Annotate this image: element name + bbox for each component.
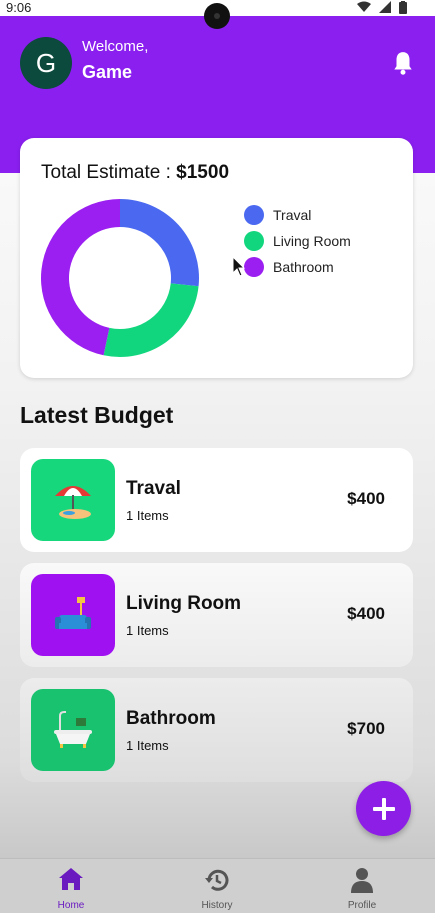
bottom-nav: Home History Profile — [0, 858, 435, 913]
legend-dot — [244, 205, 264, 225]
nav-label: History — [201, 900, 233, 911]
estimate-total: $1500 — [176, 162, 230, 183]
status-time: 9:06 — [6, 0, 32, 15]
estimate-label: Total Estimate : — [41, 162, 177, 183]
battery-icon — [399, 1, 407, 14]
welcome-text: Welcome, — [82, 38, 149, 55]
budget-amount: $700 — [347, 719, 385, 738]
mouse-cursor-icon — [232, 256, 246, 277]
legend-item-bathroom: Bathroom — [244, 254, 351, 280]
chart-legend: Traval Living Room Bathroom — [244, 202, 351, 280]
bell-icon[interactable] — [390, 50, 416, 76]
donut-chart — [40, 199, 200, 357]
nav-label: Profile — [347, 900, 377, 911]
budget-card-traval[interactable]: Traval 1 Items $400 — [20, 448, 413, 552]
nav-item-history[interactable]: History — [167, 859, 267, 913]
avatar[interactable]: G — [20, 37, 72, 89]
status-icons — [357, 1, 407, 14]
add-budget-button[interactable] — [356, 781, 411, 836]
budget-item-count: 1 Items — [126, 623, 169, 638]
beach-umbrella-icon — [31, 459, 115, 541]
estimate-title: Total Estimate : $1500 — [41, 162, 229, 184]
donut-slice-traval — [120, 199, 200, 287]
wifi-icon — [357, 1, 371, 12]
camera-cutout — [204, 3, 230, 29]
nav-item-profile[interactable]: Profile — [312, 859, 412, 913]
legend-item-living-room: Living Room — [244, 228, 351, 254]
sofa-lamp-icon — [31, 574, 115, 656]
legend-dot — [244, 231, 264, 251]
legend-label: Bathroom — [273, 259, 334, 275]
budget-name: Living Room — [126, 593, 242, 614]
budget-item-count: 1 Items — [126, 508, 169, 523]
status-bar: 9:06 — [0, 0, 435, 29]
legend-label: Traval — [273, 207, 312, 223]
profile-icon — [351, 868, 373, 893]
plus-icon — [372, 797, 395, 820]
budget-name: Bathroom — [126, 708, 216, 729]
signal-icon — [379, 1, 391, 13]
legend-label: Living Room — [273, 233, 351, 249]
donut-slice-bathroom — [40, 199, 120, 356]
legend-item-traval: Traval — [244, 202, 351, 228]
nav-item-home[interactable]: Home — [21, 859, 121, 913]
budget-amount: $400 — [347, 489, 385, 508]
nav-label: Home — [57, 900, 85, 911]
budget-name: Traval — [126, 478, 181, 499]
budget-amount: $400 — [347, 604, 385, 623]
latest-budget-heading: Latest Budget — [20, 402, 174, 428]
budget-item-count: 1 Items — [126, 738, 169, 753]
budget-card-living-room[interactable]: Living Room 1 Items $400 — [20, 563, 413, 667]
bathtub-icon — [31, 689, 115, 771]
donut-slice-living-room — [103, 283, 199, 357]
estimate-card: Total Estimate : $1500 Traval Living Roo… — [20, 138, 413, 378]
history-icon — [205, 869, 229, 891]
username: Game — [82, 62, 133, 82]
budget-card-bathroom[interactable]: Bathroom 1 Items $700 — [20, 678, 413, 782]
home-icon — [59, 868, 83, 890]
legend-dot — [244, 257, 264, 277]
